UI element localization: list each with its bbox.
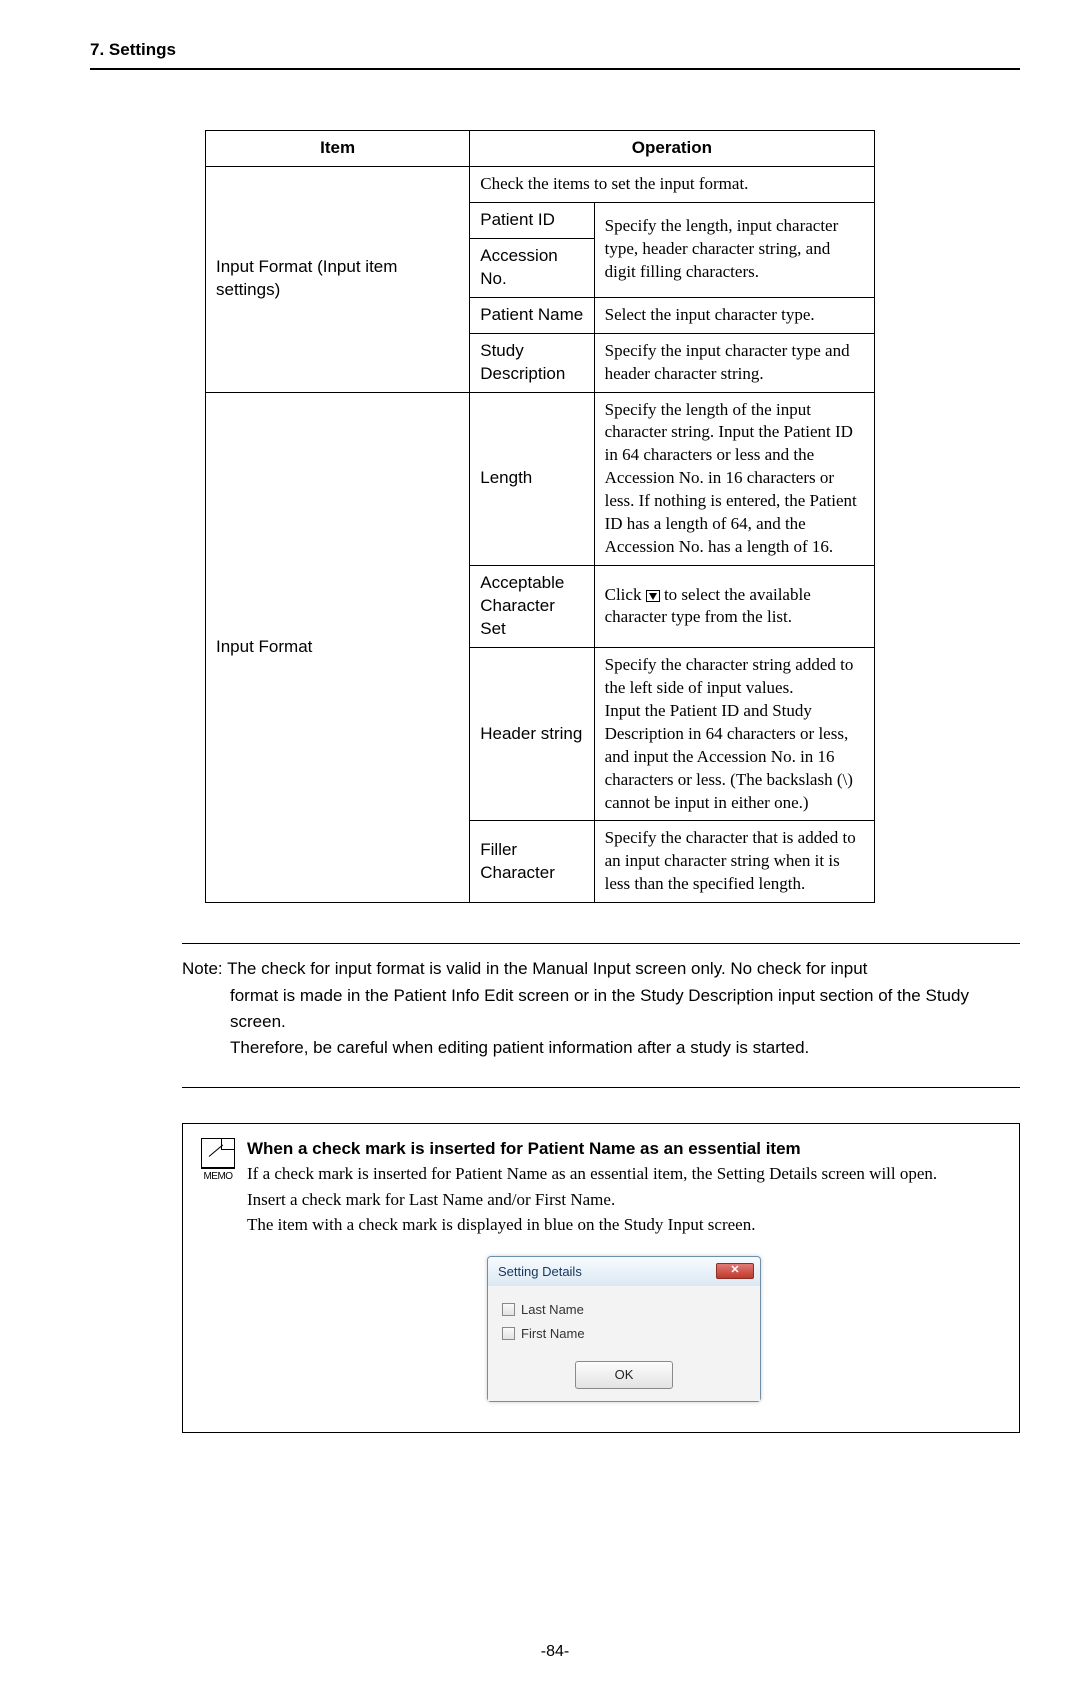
memo-icon [201, 1138, 235, 1168]
row-patient-name-label: Patient Name [470, 297, 594, 333]
th-operation: Operation [470, 131, 874, 167]
dialog-titlebar: Setting Details ✕ [488, 1257, 760, 1287]
row-length-op: Specify the length of the input characte… [594, 392, 874, 566]
note-block: Note: The check for input format is vali… [182, 956, 1020, 1061]
dropdown-icon [646, 590, 660, 602]
acs-op-pre: Click [605, 585, 646, 604]
row-filler-label: Filler Character [470, 821, 594, 903]
row-patient-id-op: Specify the length, input character type… [594, 202, 874, 297]
label-first-name: First Name [521, 1324, 585, 1344]
setting-details-dialog: Setting Details ✕ Last Name First Name O… [487, 1256, 761, 1402]
memo-p1: If a check mark is inserted for Patient … [247, 1161, 1001, 1187]
row-study-desc-label: Study Description [470, 333, 594, 392]
note-divider-top [182, 943, 1020, 944]
memo-p2: Insert a check mark for Last Name and/or… [247, 1187, 1001, 1213]
page-number: -84- [90, 1643, 1020, 1661]
th-item: Item [206, 131, 470, 167]
memo-box: MEMO When a check mark is inserted for P… [182, 1123, 1020, 1433]
group1-topnote: Check the items to set the input format. [470, 166, 874, 202]
row-patient-name-op: Select the input character type. [594, 297, 874, 333]
ok-button[interactable]: OK [575, 1361, 673, 1389]
row-header-string-op: Specify the character string added to th… [594, 647, 874, 821]
note-divider-bottom [182, 1087, 1020, 1088]
dialog-title: Setting Details [498, 1262, 582, 1282]
memo-title: When a check mark is inserted for Patien… [247, 1136, 1001, 1162]
note-text-2: Therefore, be careful when editing patie… [230, 1035, 1020, 1061]
group1-name: Input Format (Input item settings) [206, 166, 470, 392]
checkbox-first-name[interactable] [502, 1327, 515, 1340]
row-study-desc-op: Specify the input character type and hea… [594, 333, 874, 392]
close-button[interactable]: ✕ [716, 1263, 754, 1279]
row-header-string-label: Header string [470, 647, 594, 821]
note-text-rest: format is made in the Patient Info Edit … [230, 983, 1020, 1036]
memo-p3: The item with a check mark is displayed … [247, 1212, 1001, 1238]
row-acs-op: Click to select the available character … [594, 566, 874, 648]
row-accession-label: Accession No. [470, 238, 594, 297]
row-length-label: Length [470, 392, 594, 566]
settings-table: Item Operation Input Format (Input item … [205, 130, 875, 903]
row-acs-label: Acceptable Character Set [470, 566, 594, 648]
note-text-first: The check for input format is valid in t… [227, 959, 867, 978]
memo-icon-wrap: MEMO [201, 1138, 235, 1184]
note-label: Note: [182, 959, 223, 978]
row-filler-op: Specify the character that is added to a… [594, 821, 874, 903]
checkbox-last-name[interactable] [502, 1303, 515, 1316]
group2-name: Input Format [206, 392, 470, 903]
label-last-name: Last Name [521, 1300, 584, 1320]
memo-icon-label: MEMO [201, 1168, 235, 1184]
row-patient-id-label: Patient ID [470, 202, 594, 238]
page-header: 7. Settings [90, 40, 1020, 70]
